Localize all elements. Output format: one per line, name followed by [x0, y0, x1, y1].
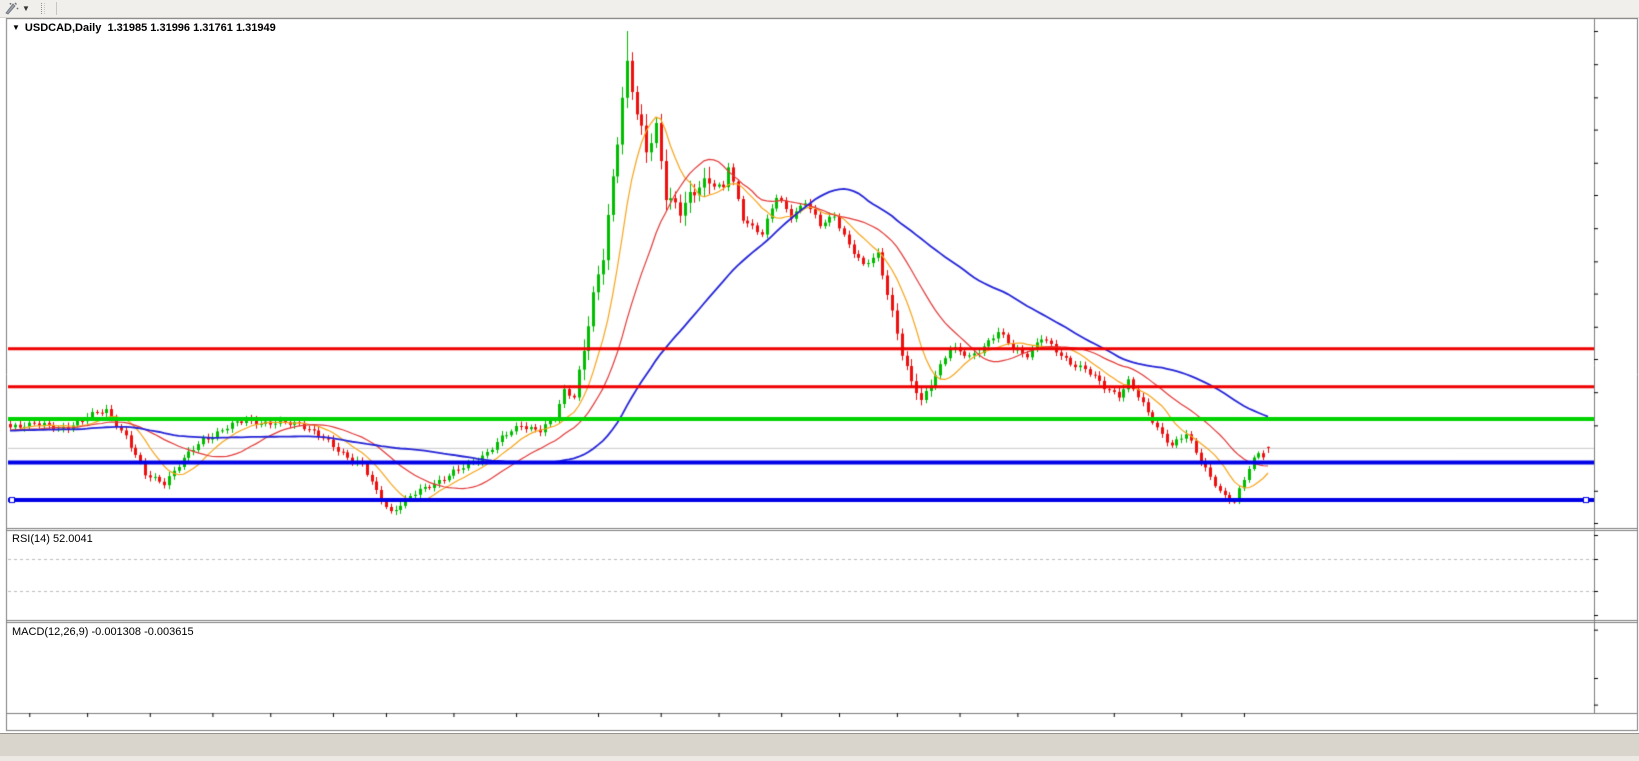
chevron-down-icon[interactable]: ▼	[22, 4, 30, 13]
mt4-terminal: ▼ ▼ USDCAD,Daily 1.31985 1.31996 1.31761 …	[0, 0, 1639, 761]
chart-window: ▼ USDCAD,Daily 1.31985 1.31996 1.31761 1.…	[0, 18, 1639, 732]
chart-symbol: USDCAD,Daily	[25, 22, 101, 34]
timeframe-toolbar: ▼	[0, 0, 1639, 18]
rsi-name: RSI(14)	[12, 533, 50, 545]
ohlc-close: 1.31949	[236, 22, 276, 34]
chart-pointer-icon[interactable]	[4, 2, 20, 15]
chart-dropdown-icon[interactable]: ▼	[12, 23, 20, 32]
toolbar-grip	[41, 3, 45, 14]
chart-tab-bar	[0, 733, 1639, 756]
ohlc-high: 1.31996	[150, 22, 190, 34]
macd-signal-value: -0.003615	[144, 626, 194, 638]
status-strip	[0, 756, 1639, 761]
chart-title: ▼ USDCAD,Daily 1.31985 1.31996 1.31761 1.…	[12, 22, 276, 34]
ohlc-low: 1.31761	[193, 22, 233, 34]
rsi-value: 52.0041	[53, 533, 93, 545]
chart-canvas[interactable]	[0, 18, 1639, 732]
toolbar-separator	[56, 2, 57, 15]
macd-indicator-label: MACD(12,26,9) -0.001308 -0.003615	[12, 626, 194, 638]
ohlc-open: 1.31985	[107, 22, 147, 34]
macd-name: MACD(12,26,9)	[12, 626, 88, 638]
macd-value: -0.001308	[91, 626, 141, 638]
rsi-indicator-label: RSI(14) 52.0041	[12, 533, 93, 545]
